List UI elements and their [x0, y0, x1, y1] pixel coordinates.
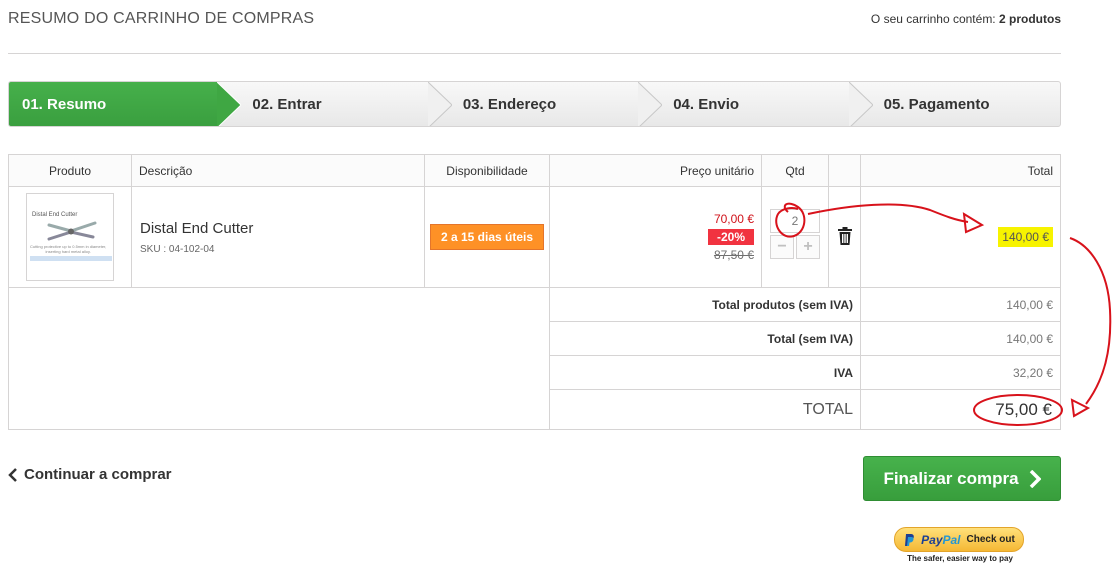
continue-shopping-label: Continuar a comprar: [24, 466, 172, 483]
col-product: Produto: [8, 154, 132, 187]
trash-icon[interactable]: [837, 226, 853, 245]
summary-label: Total (sem IVA): [549, 321, 861, 356]
line-total-cell: 140,00 €: [860, 186, 1061, 288]
step-arrow-icon: [427, 82, 452, 126]
product-sku: SKU : 04-102-04: [140, 243, 215, 255]
discount-badge: -20%: [707, 229, 754, 245]
step-login[interactable]: 02. Entrar: [218, 82, 452, 126]
thumb-title: Distal End Cutter: [32, 212, 78, 218]
qty-stepper: − +: [762, 235, 828, 259]
price-old: 87,50 €: [713, 248, 754, 262]
step-label: 04. Envio: [673, 95, 740, 113]
annotation-arrow-line: [1069, 237, 1112, 405]
step-label: 03. Endereço: [462, 95, 557, 113]
checkout-steps: 01. Resumo 02. Entrar 03. Endereço 04. E…: [8, 81, 1061, 127]
continue-shopping-link[interactable]: Continuar a comprar: [8, 466, 172, 483]
step-label: 05. Pagamento: [883, 95, 990, 113]
summary-value: 140,00 €: [860, 321, 1061, 356]
step-payment[interactable]: 05. Pagamento: [850, 82, 1060, 126]
availability-cell: 2 a 15 dias úteis: [424, 186, 550, 288]
checkout-button[interactable]: Finalizar compra: [863, 456, 1061, 501]
step-arrow-icon: [217, 82, 242, 126]
paypal-tagline: The safer, easier way to pay: [907, 554, 1013, 563]
step-address[interactable]: 03. Endereço: [429, 82, 663, 126]
paypal-button[interactable]: PayPal Check out: [894, 527, 1024, 552]
paypal-logo-icon: [905, 533, 914, 546]
summary-value: 140,00 €: [860, 287, 1061, 322]
description-cell: Distal End Cutter SKU : 04-102-04: [131, 186, 425, 288]
col-qty: Qtd: [761, 154, 829, 187]
step-shipping[interactable]: 04. Envio: [639, 82, 873, 126]
step-arrow-icon: [848, 82, 873, 126]
col-total: Total: [860, 154, 1061, 187]
summary-row: Total produtos (sem IVA) 140,00 €: [8, 287, 1061, 430]
plus-icon[interactable]: +: [796, 235, 820, 259]
delete-cell: [828, 186, 861, 288]
cart-summary-text: O seu carrinho contém: 2 produtos: [871, 12, 1061, 26]
step-arrow-icon: [638, 82, 663, 126]
pliers-icon: [47, 221, 97, 241]
table-header-row: Produto Descrição Disponibilidade Preço …: [8, 154, 1061, 187]
thumb-caption-line: inserting hard metal alloy.: [45, 249, 91, 254]
qty-cell: 2 − +: [761, 186, 829, 288]
cart-count-value: 2 produtos: [999, 12, 1061, 26]
product-name-link[interactable]: Distal End Cutter: [140, 220, 424, 237]
step-label: 02. Entrar: [252, 95, 322, 113]
page-header: RESUMO DO CARRINHO DE COMPRAS O seu carr…: [8, 0, 1061, 54]
col-description: Descrição: [131, 154, 425, 187]
page-title: RESUMO DO CARRINHO DE COMPRAS: [8, 10, 315, 27]
unit-price-cell: 70,00 € -20% 87,50 €: [549, 186, 762, 288]
minus-icon[interactable]: −: [770, 235, 794, 259]
product-thumb-cell: Distal End Cutter Cutting protective up …: [8, 186, 132, 288]
product-thumbnail[interactable]: Distal End Cutter Cutting protective up …: [26, 193, 114, 281]
quantity-input[interactable]: 2: [770, 209, 820, 233]
cart-count-prefix: O seu carrinho contém:: [870, 12, 996, 26]
paypal-wordmark-pay: Pay: [921, 532, 943, 547]
step-summary[interactable]: 01. Resumo: [9, 82, 242, 126]
paypal-checkout[interactable]: PayPal Check out The safer, easier way t…: [894, 527, 1026, 567]
chevron-left-icon: [8, 467, 17, 482]
chevron-right-icon: [1029, 469, 1041, 488]
summary-value: 32,20 €: [860, 355, 1061, 390]
availability-badge: 2 a 15 dias úteis: [429, 224, 545, 250]
price-new: 70,00 €: [713, 212, 754, 226]
grand-total-label: TOTAL: [549, 389, 861, 430]
line-total: 140,00 €: [998, 227, 1053, 247]
table-row: Distal End Cutter Cutting protective up …: [8, 186, 1061, 288]
summary-empty-cell: [8, 287, 550, 430]
grand-total-value: 75,00 €: [860, 389, 1061, 430]
cart-table: Produto Descrição Disponibilidade Preço …: [8, 154, 1061, 430]
col-delete: [828, 154, 861, 187]
col-availability: Disponibilidade: [424, 154, 550, 187]
paypal-cta: Check out: [966, 534, 1015, 545]
summary-label: IVA: [549, 355, 861, 390]
step-label: 01. Resumo: [22, 95, 107, 113]
thumb-caption: Cutting protective up to 0.5mm in diamet…: [30, 244, 106, 254]
paypal-wordmark: PayPal: [921, 533, 960, 547]
checkout-button-label: Finalizar compra: [883, 468, 1019, 488]
thumb-bar: [30, 256, 112, 261]
summary-label: Total produtos (sem IVA): [549, 287, 861, 322]
paypal-wordmark-pal: Pal: [942, 532, 961, 547]
annotation-arrowhead: [1070, 398, 1091, 418]
col-unit-price: Preço unitário: [549, 154, 762, 187]
